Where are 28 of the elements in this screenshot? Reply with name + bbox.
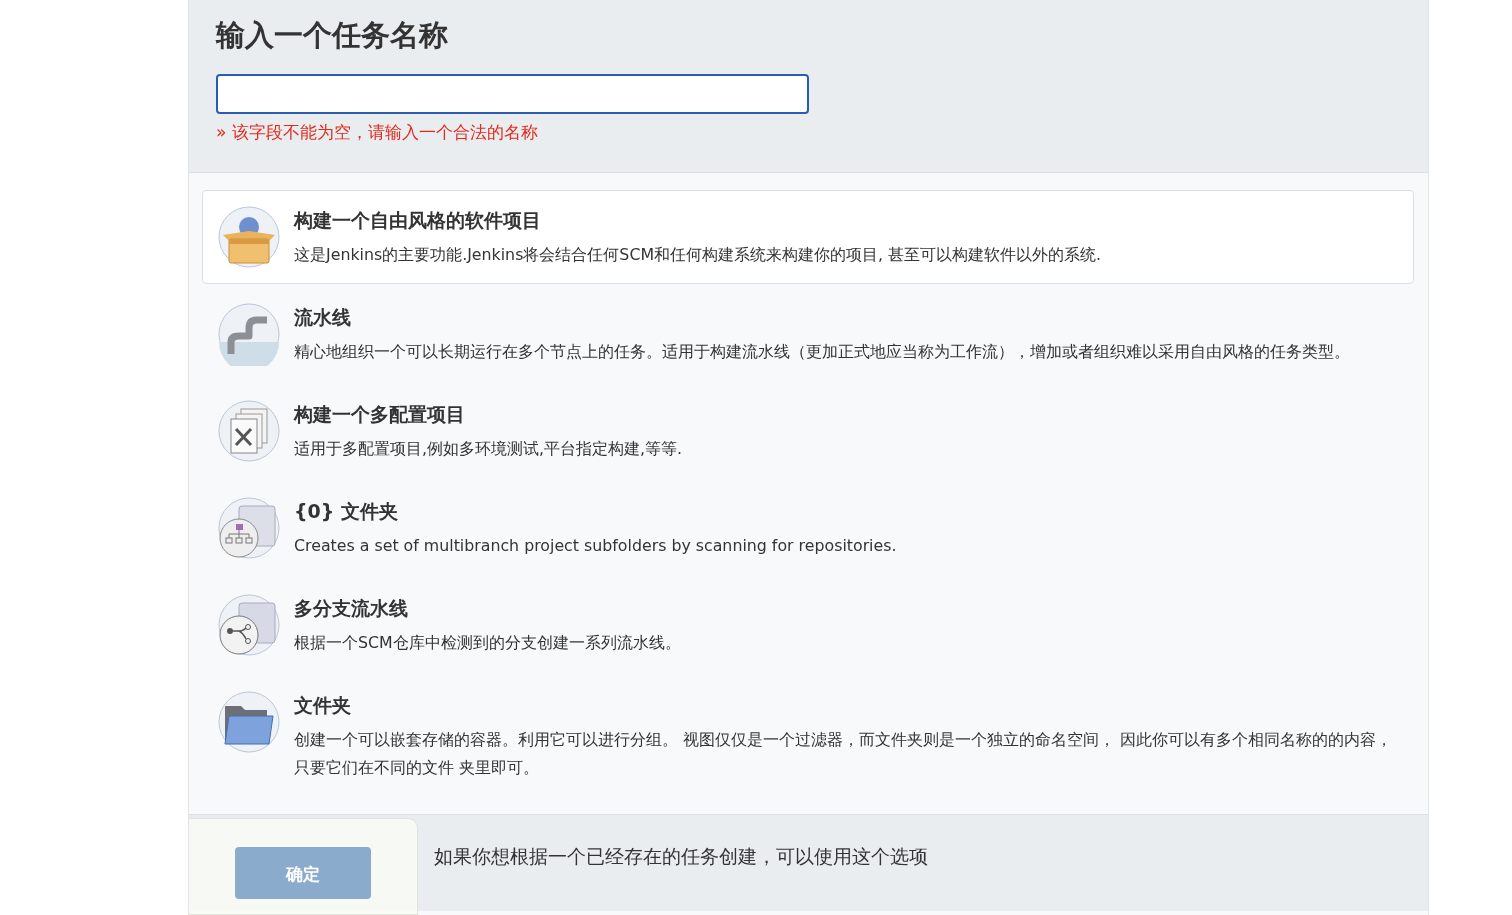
documents-tools-icon: [217, 399, 281, 463]
job-type-option[interactable]: 流水线 精心地组织一个可以长期运行在多个节点上的任务。适用于构建流水线（更加正式地应当称为工作流），增加或者组织难以采用自由风格的任务类型。: [202, 287, 1414, 381]
error-message: » 该字段不能为空，请输入一个合法的名称: [216, 121, 539, 144]
job-type-description: Creates a set of multibranch project subfolders by scanning for repositories.: [294, 535, 897, 557]
job-type-description: 适用于多配置项目,例如多环境测试,平台指定构建,等等.: [294, 438, 683, 460]
branch-folder-icon: [217, 593, 281, 657]
job-type-title: 构建一个自由风格的软件项目: [294, 208, 542, 233]
package-box-icon: [217, 205, 281, 269]
job-type-description: 创建一个可以嵌套存储的容器。利用它可以进行分组。 视图仅仅是一个过滤器，而文件夹则是一个独立的命名空间， 因此你可以有多个相同名称的的内容，只要它们在不同的文件 夹里即可。: [294, 729, 1394, 779]
folder-hierarchy-icon: [217, 496, 281, 560]
job-type-description: 这是Jenkins的主要功能.Jenkins将会结合任何SCM和任何构建系统来构建你的项目, 甚至可以构建软件以外的系统.: [294, 244, 1102, 266]
page-title: 输入一个任务名称: [216, 17, 449, 54]
name-input-field[interactable]: [216, 74, 809, 114]
job-type-title: {0} 文件夹: [294, 499, 399, 524]
job-type-description: 根据一个SCM仓库中检测到的分支创建一系列流水线。: [294, 632, 681, 654]
job-type-title: 多分支流水线: [294, 596, 409, 621]
job-type-option[interactable]: 文件夹 创建一个可以嵌套存储的容器。利用它可以进行分组。 视图仅仅是一个过滤器，而文件夹则是一个独立的命名空间， 因此你可以有多个相同名称的的内容，只要它们在不同的文件 夹里即可。: [202, 675, 1414, 797]
job-type-option[interactable]: 构建一个自由风格的软件项目 这是Jenkins的主要功能.Jenkins将会结合任何SCM和任何构建系统来构建你的项目, 甚至可以构建软件以外的系统.: [202, 190, 1414, 284]
job-type-title: 文件夹: [294, 693, 352, 718]
copy-hint: 如果你想根据一个已经存在的任务创建，可以使用这个选项: [434, 844, 928, 869]
job-type-option[interactable]: 构建一个多配置项目 适用于多配置项目,例如多环境测试,平台指定构建,等等.: [202, 384, 1414, 478]
job-type-option[interactable]: 多分支流水线 根据一个SCM仓库中检测到的分支创建一系列流水线。: [202, 578, 1414, 672]
job-type-title: 流水线: [294, 305, 352, 330]
folder-icon: [217, 690, 281, 754]
job-type-description: 精心地组织一个可以长期运行在多个节点上的任务。适用于构建流水线（更加正式地应当称为工作流），增加或者组织难以采用自由风格的任务类型。: [294, 341, 1350, 363]
job-type-title: 构建一个多配置项目: [294, 402, 466, 427]
job-type-option[interactable]: {0} 文件夹 Creates a set of multibranch project subfolders by scanning for repositories.: [202, 481, 1414, 575]
pipe-icon: [217, 302, 281, 366]
